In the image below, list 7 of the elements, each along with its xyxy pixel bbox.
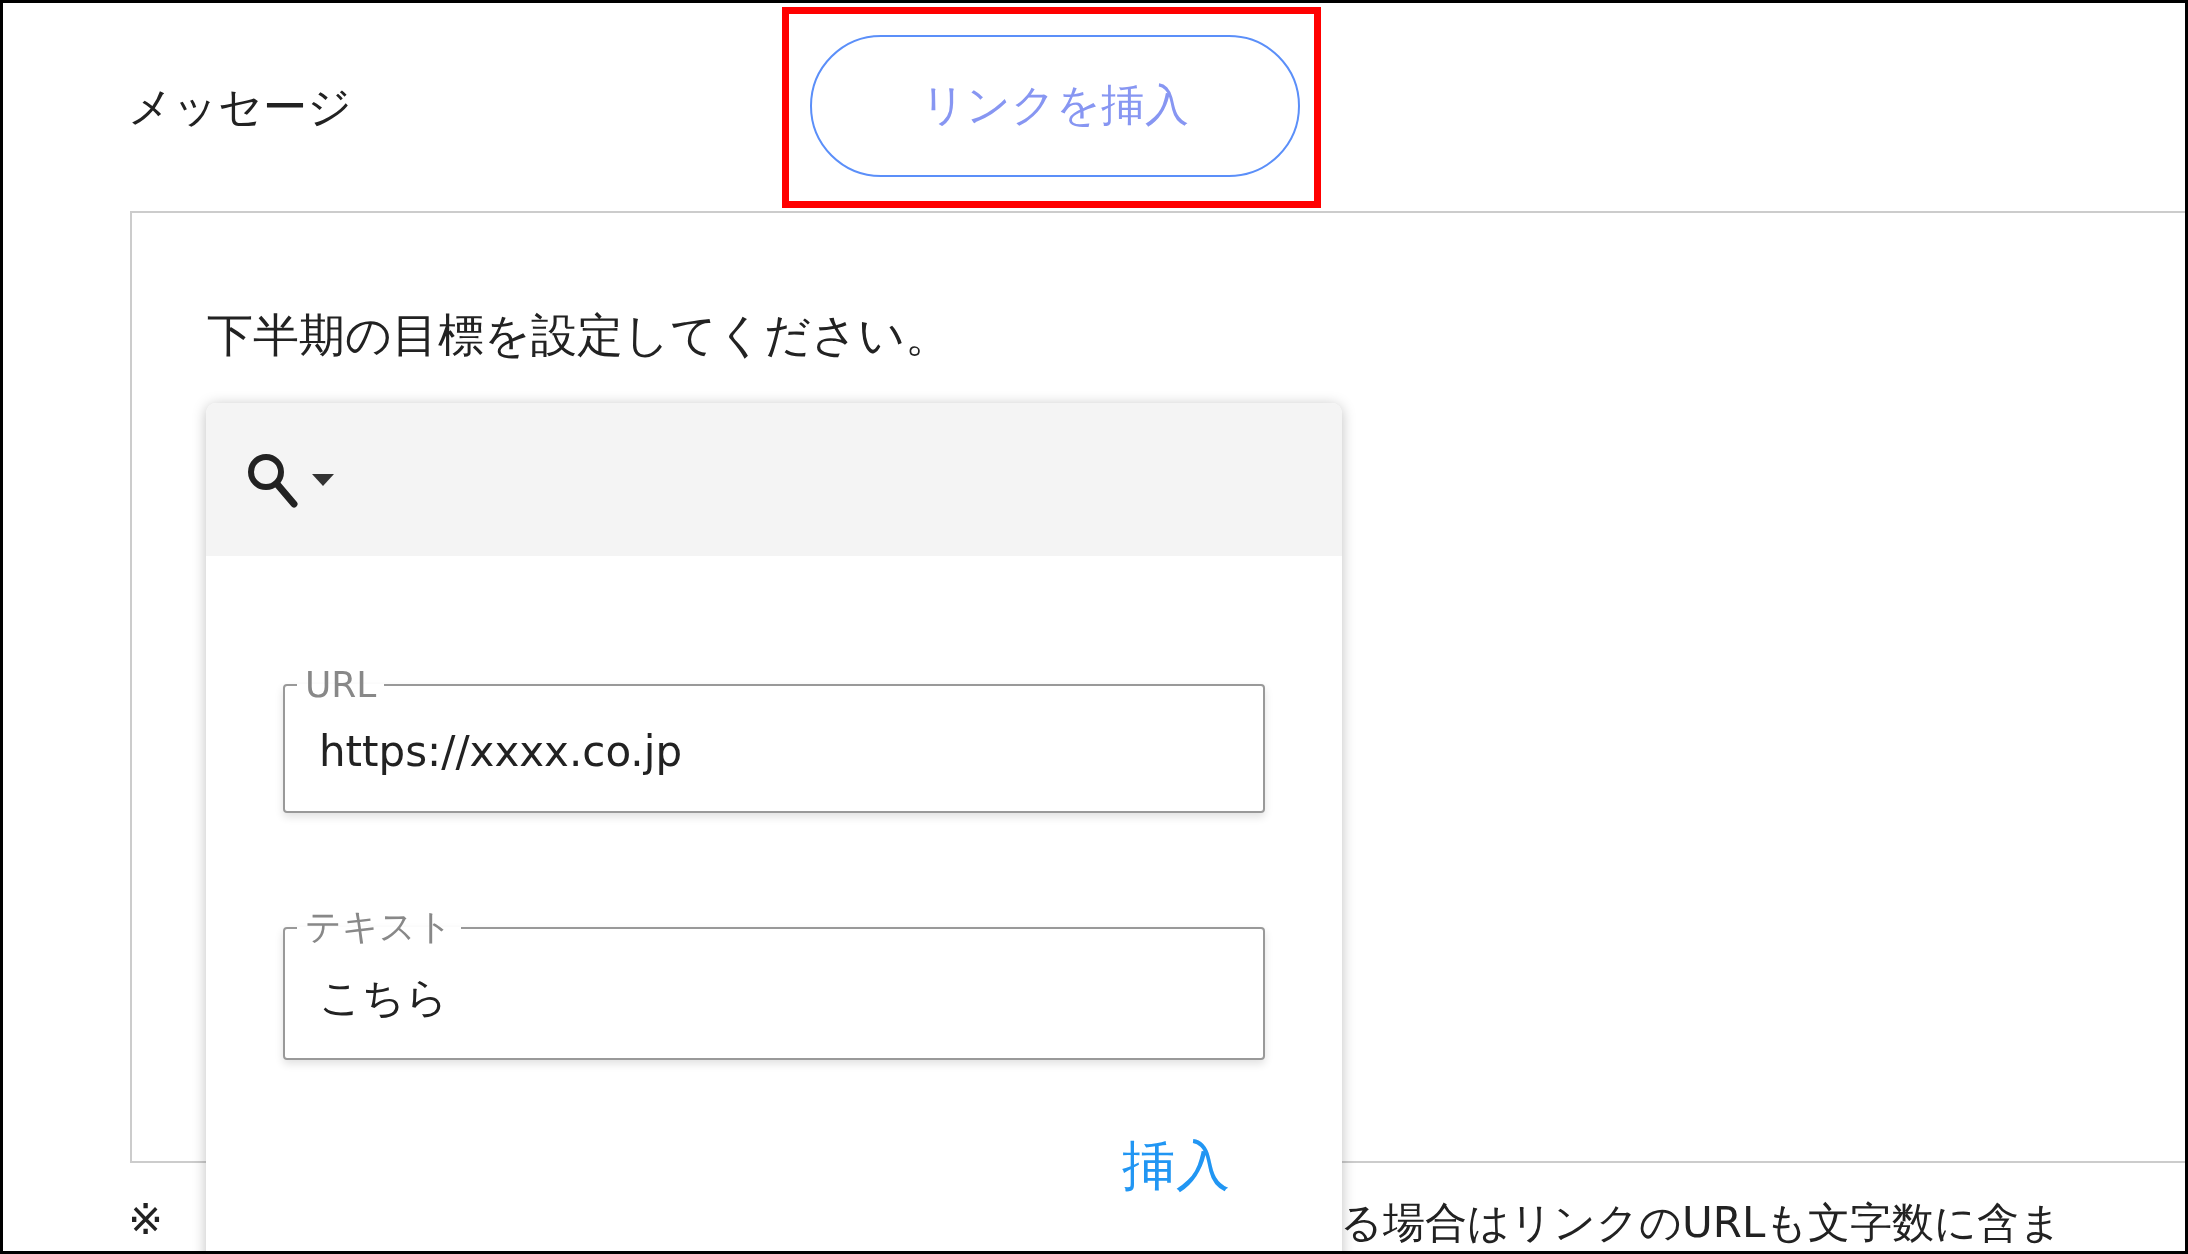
note-text: ※ <box>128 1195 165 1246</box>
caret-icon[interactable] <box>312 473 334 486</box>
note-text: る場合はリンクのURLも文字数に含ま <box>1340 1197 2064 1249</box>
field-label: テキスト <box>304 905 454 949</box>
section-title: メッセージ <box>128 79 353 134</box>
search-icon[interactable] <box>246 451 298 508</box>
field-label: URL <box>304 664 378 705</box>
